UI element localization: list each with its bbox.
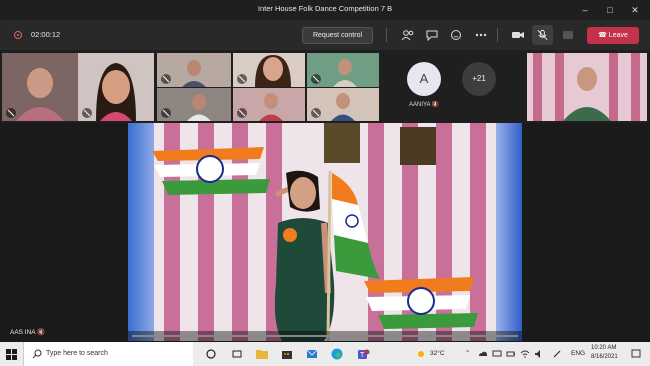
mic-off-icon: 🔇	[431, 102, 440, 108]
battery-icon[interactable]	[506, 349, 516, 359]
speaker-name: AAS INA 🔇	[10, 328, 45, 336]
chat-icon[interactable]	[425, 29, 439, 41]
taskbar: Type here to search T 32°C ⌃ ENG 10:20 A…	[0, 342, 650, 366]
search-icon	[32, 349, 42, 359]
store-icon[interactable]	[281, 348, 293, 360]
wifi-icon[interactable]	[520, 349, 530, 359]
taskbar-search[interactable]: Type here to search	[23, 342, 193, 366]
clock-time[interactable]: 10:20 AM	[591, 345, 616, 351]
meeting-timer: 02:00:12	[31, 30, 61, 39]
close-icon[interactable]: ✕	[624, 0, 646, 20]
toolbar-divider	[497, 28, 498, 42]
maximize-icon[interactable]: □	[599, 0, 621, 20]
onedrive-icon[interactable]	[478, 349, 488, 359]
speaker-name-label: AAS INA	[10, 329, 36, 336]
participant-tile[interactable]	[78, 53, 154, 121]
minimize-icon[interactable]: –	[574, 0, 596, 20]
leave-button[interactable]: ☎ Leave	[587, 27, 639, 44]
phone-hangup-icon: ☎	[598, 32, 607, 39]
share-tray-icon[interactable]	[561, 29, 575, 41]
teams-icon[interactable]: T	[356, 347, 370, 361]
task-view-icon[interactable]	[206, 349, 216, 359]
more-actions-icon[interactable]	[474, 29, 488, 41]
clock-date[interactable]: 8/16/2021	[591, 354, 618, 360]
title-bar: Inter House Folk Dance Competition 7 B –…	[0, 0, 650, 20]
mic-off-icon: 🔇	[37, 329, 46, 336]
mail-icon[interactable]	[306, 348, 318, 360]
temperature[interactable]: 32°C	[430, 350, 445, 357]
reactions-icon[interactable]	[450, 29, 464, 41]
speaker-video[interactable]	[128, 123, 522, 341]
volume-icon[interactable]	[534, 349, 544, 359]
tray-overflow-icon[interactable]: ⌃	[465, 349, 470, 357]
svg-text:T: T	[360, 352, 365, 359]
participant-tile[interactable]	[2, 53, 78, 121]
meeting-toolbar: 02:00:12 Request control ☎ Leave	[0, 20, 650, 50]
notifications-icon[interactable]	[631, 349, 641, 359]
speaker-video-frame	[128, 123, 522, 341]
weather-icon[interactable]	[416, 349, 426, 359]
mic-off-icon	[311, 108, 321, 118]
avatar-name-label: AANIYA	[409, 102, 431, 108]
toolbar-divider	[386, 28, 387, 42]
request-control-button[interactable]: Request control	[302, 27, 373, 44]
task-view-windows-icon[interactable]	[232, 349, 242, 359]
windows-start-icon[interactable]	[6, 349, 17, 360]
mic-off-icon	[237, 74, 247, 84]
more-participants-button[interactable]: +21	[462, 62, 496, 96]
language-indicator[interactable]: ENG	[571, 350, 585, 357]
participant-avatar[interactable]: A	[407, 62, 441, 96]
window-title: Inter House Folk Dance Competition 7 B	[257, 4, 393, 13]
participant-tile[interactable]	[233, 88, 305, 121]
file-explorer-icon[interactable]	[256, 348, 268, 359]
mic-off-icon	[161, 108, 171, 118]
pen-icon[interactable]	[552, 349, 562, 359]
participant-tile[interactable]	[157, 53, 231, 87]
participant-tile[interactable]	[233, 53, 305, 87]
mic-off-icon	[82, 108, 92, 118]
mic-off-icon	[537, 29, 548, 40]
participant-tile[interactable]	[307, 53, 379, 87]
mic-off-icon	[237, 108, 247, 118]
mic-off-icon	[6, 108, 16, 118]
participant-tile[interactable]	[157, 88, 231, 121]
camera-icon[interactable]	[511, 29, 525, 41]
search-placeholder: Type here to search	[46, 350, 108, 357]
participant-tile[interactable]	[527, 53, 647, 121]
participant-tile[interactable]	[307, 88, 379, 121]
mic-off-icon	[161, 74, 171, 84]
recording-icon	[14, 31, 22, 39]
network-icon[interactable]	[492, 349, 502, 359]
participants-icon[interactable]	[401, 29, 415, 41]
participant-video	[527, 53, 647, 121]
mic-button[interactable]	[532, 25, 553, 45]
edge-icon[interactable]	[331, 348, 343, 360]
participant-name: AANIYA 🔇	[409, 101, 439, 108]
mic-off-icon	[311, 74, 321, 84]
leave-label: Leave	[608, 32, 628, 39]
